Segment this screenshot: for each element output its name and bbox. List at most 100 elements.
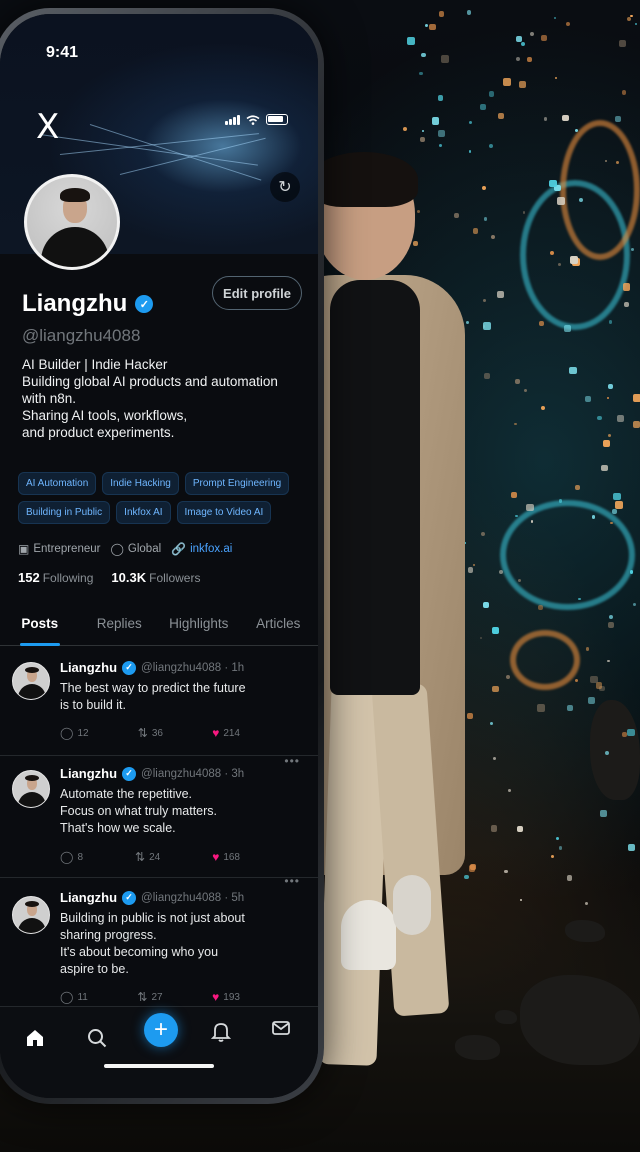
tag-chip[interactable]: Indie Hacking (102, 472, 179, 495)
like-count: 168 (223, 851, 240, 863)
particle (437, 95, 444, 101)
particle (566, 875, 573, 882)
search-icon[interactable] (80, 1021, 114, 1055)
particle (538, 320, 545, 327)
bio-line: with n8n. (22, 391, 77, 406)
profile-meta: ▣ Entrepreneur ◯ Global 🔗 inkfox.ai (18, 542, 232, 556)
particle (613, 493, 621, 501)
reply-count: 8 (77, 851, 83, 863)
link-icon: 🔗 (171, 542, 187, 556)
profile-name: Liangzhu (22, 290, 128, 317)
post-avatar[interactable] (12, 770, 50, 808)
post-handle: @liangzhu4088 · 1h (141, 661, 245, 674)
repost-action[interactable]: ⇅ 27 (137, 990, 162, 1004)
battery-icon (266, 114, 288, 125)
post-item[interactable]: Liangzhu ✓ @liangzhu4088 · 1h The best w… (0, 648, 318, 756)
reply-icon: ◯ (60, 726, 74, 740)
post-item[interactable]: ••• Liangzhu ✓ @liangzhu4088 · 5h Buildi… (0, 874, 318, 1018)
particle (621, 90, 626, 95)
particle (559, 846, 563, 850)
fire-splash (510, 630, 580, 690)
compose-icon[interactable]: + (144, 1013, 178, 1047)
messages-icon[interactable] (264, 1011, 298, 1045)
tag-chip[interactable]: Inkfox AI (116, 501, 171, 524)
particle (603, 440, 610, 447)
particle (517, 579, 521, 583)
like-count: 193 (223, 991, 240, 1003)
particle (563, 325, 571, 333)
tag-chip[interactable]: Image to Video AI (176, 501, 272, 524)
post-header: Liangzhu ✓ @liangzhu4088 · 1h (60, 660, 244, 675)
rock (495, 1010, 517, 1024)
particle (609, 614, 614, 619)
tag-chip[interactable]: AI Automation (18, 472, 97, 495)
fire-splash (560, 120, 640, 260)
repost-icon: ⇅ (137, 990, 148, 1004)
reply-action[interactable]: ◯ 12 (60, 726, 89, 740)
particle (506, 674, 511, 679)
reply-icon: ◯ (60, 990, 74, 1004)
heart-icon: ♥ (212, 990, 220, 1004)
particle (557, 262, 561, 266)
like-action[interactable]: ♥ 168 (212, 850, 240, 864)
reply-action[interactable]: ◯ 8 (60, 850, 83, 864)
particle (541, 405, 546, 410)
more-options-icon[interactable]: ••• (284, 874, 300, 888)
tab-replies[interactable]: Replies (80, 610, 160, 645)
followers-stat[interactable]: 10.3K Followers (111, 570, 200, 585)
post-avatar[interactable] (12, 896, 50, 934)
repost-icon: ⇅ (135, 850, 146, 864)
tag-chip[interactable]: Prompt Engineering (184, 472, 290, 495)
tab-posts[interactable]: Posts (0, 610, 80, 646)
post-text: The best way to predict the future is to… (60, 680, 250, 714)
profile-name-row: Liangzhu ✓ (22, 290, 154, 318)
bio-line: Sharing AI tools, workflows, (22, 408, 188, 423)
like-action[interactable]: ♥ 193 (212, 990, 240, 1004)
tag-chip[interactable]: Building in Public (18, 501, 111, 524)
website-item[interactable]: 🔗 inkfox.ai (171, 542, 232, 556)
signal-icon (225, 114, 240, 125)
particle (420, 137, 425, 142)
tab-articles[interactable]: Articles (239, 610, 319, 645)
repost-action[interactable]: ⇅ 24 (135, 850, 160, 864)
following-stat[interactable]: 152 Following (18, 570, 93, 585)
verified-badge-icon: ✓ (122, 660, 137, 675)
more-options-icon[interactable]: ••• (284, 754, 300, 768)
particle (541, 35, 547, 41)
particle (543, 117, 548, 121)
follow-stats: 152 Following 10.3K Followers (18, 570, 200, 585)
particle (570, 256, 579, 265)
particle (466, 10, 472, 15)
particle (607, 621, 615, 629)
particle (632, 420, 640, 428)
home-icon[interactable] (18, 1021, 52, 1055)
location-text: Global (127, 543, 162, 555)
notifications-icon[interactable] (204, 1015, 238, 1049)
like-action[interactable]: ♥ 214 (212, 726, 240, 740)
particle (498, 113, 504, 119)
x-logo-icon[interactable]: X (36, 110, 59, 144)
repost-action[interactable]: ⇅ 36 (138, 726, 163, 740)
edit-profile-button[interactable]: Edit profile (212, 276, 302, 310)
particle (633, 394, 640, 403)
post-text-line: sharing progress. (60, 928, 157, 942)
location-item: ◯ Global (110, 542, 161, 556)
particle (503, 77, 512, 86)
post-item[interactable]: ••• Liangzhu ✓ @liangzhu4088 · 3h Automa… (0, 754, 318, 878)
particle (407, 37, 415, 45)
rock (455, 1035, 500, 1060)
website-link[interactable]: inkfox.ai (190, 543, 232, 555)
rock (590, 700, 640, 800)
particle (578, 197, 583, 202)
tab-highlights[interactable]: Highlights (159, 610, 239, 645)
reply-action[interactable]: ◯ 11 (60, 990, 88, 1004)
refresh-icon[interactable]: ↻ (270, 172, 300, 202)
particle (588, 697, 596, 704)
post-avatar[interactable] (12, 662, 50, 700)
particle (558, 499, 563, 503)
verified-badge-icon: ✓ (122, 890, 137, 905)
particle (607, 433, 612, 438)
particle (596, 682, 603, 689)
profile-avatar[interactable] (24, 174, 120, 270)
particle (562, 114, 569, 122)
